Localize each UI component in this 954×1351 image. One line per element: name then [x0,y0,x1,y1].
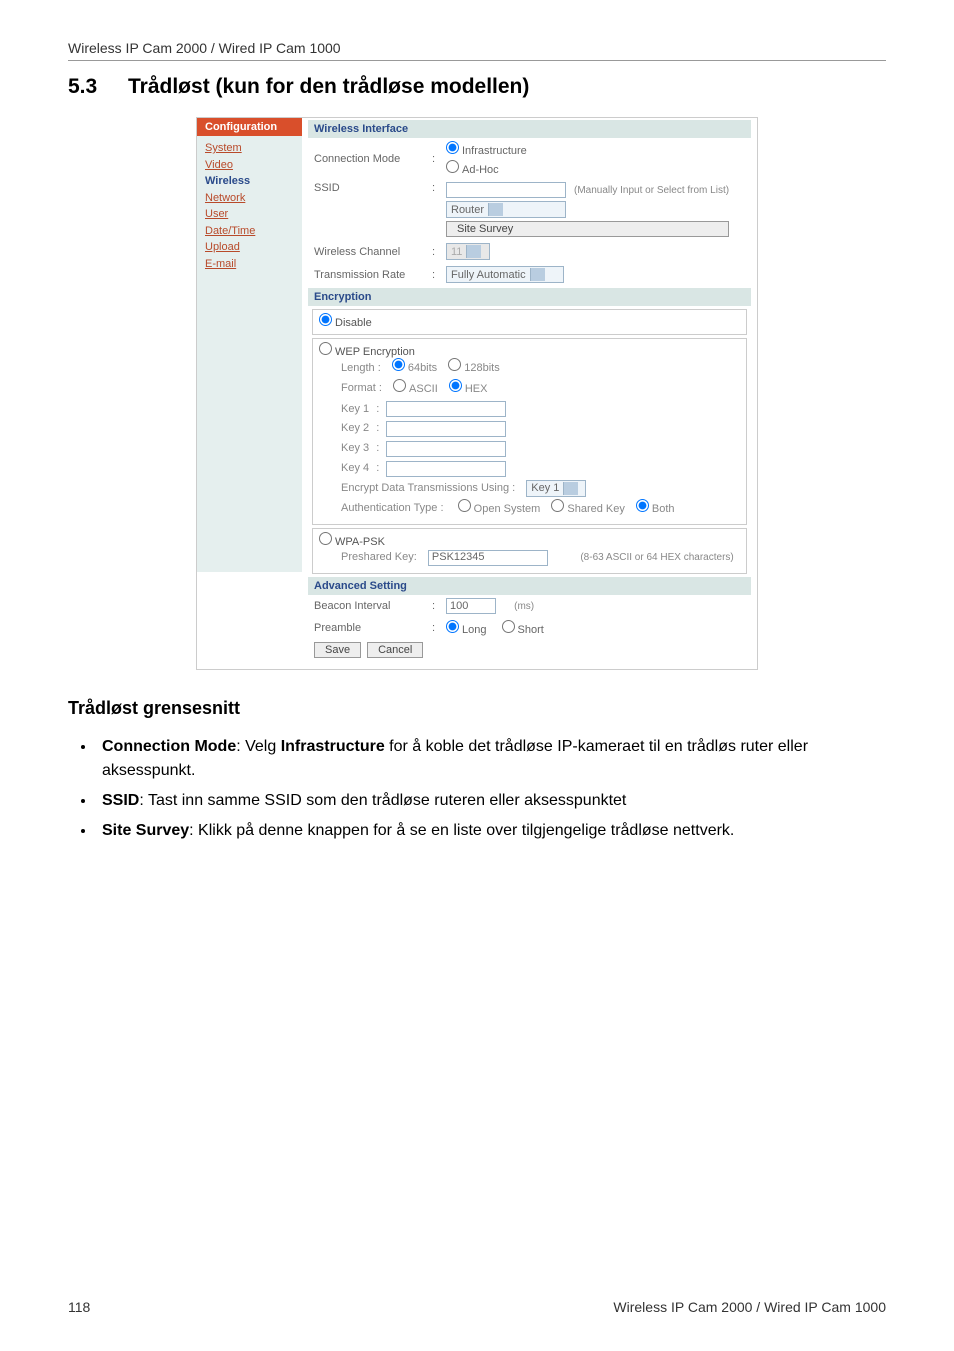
connection-mode-row: Connection Mode : Infrastructure Ad-Hoc [308,138,751,179]
bullet-list: Connection Mode: Velg Infrastructure for… [72,735,886,843]
bullet-strong: Connection Mode [102,738,236,755]
radio-128bits[interactable]: 128bits [448,358,499,379]
beacon-interval-input[interactable]: 100 [446,598,496,614]
sidebar-item-upload[interactable]: Upload [205,239,294,256]
radio-open-system[interactable]: Open System [458,499,541,520]
ssid-note: (Manually Input or Select from List) [574,185,729,196]
radio-short[interactable]: Short [502,620,544,636]
key3-label: Key 3 [341,439,369,459]
key1-label: Key 1 [341,400,369,420]
section-title-text: Trådløst (kun for den trådløse modellen) [128,75,529,99]
wireless-channel-row: Wireless Channel : 11 [308,240,751,263]
connection-mode-label: Connection Mode [314,153,426,165]
config-screenshot: Configuration System Video Wireless Netw… [196,117,758,670]
radio-wpa-psk[interactable]: WPA-PSK [319,536,385,548]
sidebar-tab[interactable]: Configuration [197,118,302,136]
wep-length-label: Length : [341,359,381,379]
key1-input[interactable] [386,401,506,417]
subsection-title: Trådløst grensesnitt [68,698,886,719]
bullet-strong: SSID [102,792,139,809]
radio-ascii[interactable]: ASCII [393,379,438,400]
preshared-key-label: Preshared Key: [341,548,417,568]
encrypt-using-label: Encrypt Data Transmissions Using : [341,479,515,499]
ssid-dropdown[interactable]: Router [446,201,566,218]
preamble-label: Preamble [314,622,426,634]
key3-input[interactable] [386,441,506,457]
advanced-setting-header: Advanced Setting [308,577,751,595]
encryption-header: Encryption [308,288,751,306]
sidebar-item-wireless[interactable]: Wireless [205,173,294,190]
beacon-interval-label: Beacon Interval [314,600,426,612]
header-product: Wireless IP Cam 2000 / Wired IP Cam 1000 [68,40,886,61]
bullet-site-survey: Site Survey: Klikk på denne knappen for … [96,819,886,843]
radio-long[interactable]: Long [446,620,486,636]
preshared-note: (8-63 ASCII or 64 HEX characters) [580,549,733,567]
encryption-wep-group: WEP Encryption Length : 64bits 128bits F… [312,338,747,525]
key4-input[interactable] [386,461,506,477]
colon: : [432,269,440,281]
sidebar-menu: System Video Wireless Network User Date/… [197,136,302,572]
encryption-wpa-group: WPA-PSK Preshared Key: PSK12345 (8-63 AS… [312,528,747,574]
beacon-unit: (ms) [514,601,534,612]
key2-label: Key 2 [341,419,369,439]
ssid-label: SSID [314,182,426,194]
section-heading: 5.3 Trådløst (kun for den trådløse model… [68,75,886,99]
bullet-strong: Infrastructure [281,738,385,755]
sidebar-item-datetime[interactable]: Date/Time [205,223,294,240]
page-footer: 118 Wireless IP Cam 2000 / Wired IP Cam … [68,1299,886,1315]
cancel-button[interactable]: Cancel [367,642,423,658]
preshared-key-input[interactable]: PSK12345 [428,550,548,566]
encrypt-using-select[interactable]: Key 1 [526,480,586,497]
radio-disable[interactable]: Disable [319,317,372,329]
site-survey-button[interactable]: Site Survey [446,221,729,237]
colon: : [432,246,440,258]
key2-input[interactable] [386,421,506,437]
wireless-interface-header: Wireless Interface [308,120,751,138]
radio-hex[interactable]: HEX [449,379,488,400]
radio-64bits[interactable]: 64bits [392,358,437,379]
ssid-input[interactable] [446,182,566,198]
key4-label: Key 4 [341,459,369,479]
radio-shared-key[interactable]: Shared Key [551,499,624,520]
transmission-rate-select[interactable]: Fully Automatic [446,266,564,283]
save-button[interactable]: Save [314,642,361,658]
colon: : [432,600,440,612]
wep-format-label: Format : [341,379,382,399]
sidebar-item-network[interactable]: Network [205,190,294,207]
radio-wep[interactable]: WEP Encryption [319,346,415,358]
radio-both[interactable]: Both [636,499,675,520]
button-row: Save Cancel [308,639,751,661]
bullet-strong: Site Survey [102,822,189,839]
sidebar-item-system[interactable]: System [205,140,294,157]
colon: : [432,622,440,634]
colon: : [432,153,440,165]
auth-type-label: Authentication Type : [341,499,444,519]
radio-infrastructure[interactable]: Infrastructure [446,141,527,157]
radio-adhoc[interactable]: Ad-Hoc [446,160,527,176]
sidebar-item-video[interactable]: Video [205,157,294,174]
wireless-channel-select[interactable]: 11 [446,243,490,260]
colon: : [432,182,440,194]
wireless-channel-label: Wireless Channel [314,246,426,258]
section-number: 5.3 [68,75,128,99]
bullet-connection-mode: Connection Mode: Velg Infrastructure for… [96,735,886,783]
ssid-row: SSID : (Manually Input or Select from Li… [308,179,751,240]
transmission-rate-label: Transmission Rate [314,269,426,281]
page-number: 118 [68,1299,90,1315]
encryption-disable-group: Disable [312,309,747,335]
sidebar-item-email[interactable]: E-mail [205,256,294,273]
sidebar: Configuration System Video Wireless Netw… [197,118,302,669]
beacon-interval-row: Beacon Interval : 100 (ms) [308,595,751,617]
footer-product: Wireless IP Cam 2000 / Wired IP Cam 1000 [613,1299,886,1315]
sidebar-item-user[interactable]: User [205,206,294,223]
transmission-rate-row: Transmission Rate : Fully Automatic [308,263,751,286]
bullet-ssid: SSID: Tast inn samme SSID som den trådlø… [96,789,886,813]
content-panel: Wireless Interface Connection Mode : Inf… [302,118,757,669]
preamble-row: Preamble : Long Short [308,617,751,639]
